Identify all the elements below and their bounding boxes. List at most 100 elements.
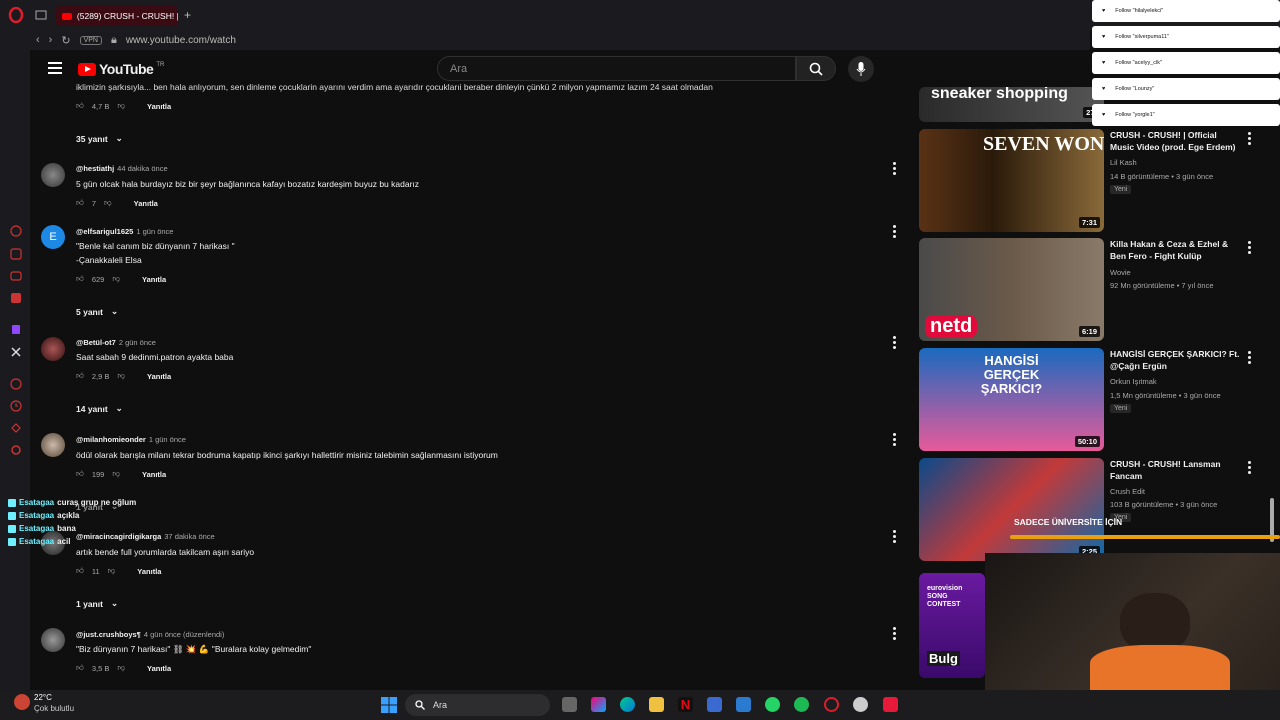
task-view-icon[interactable] xyxy=(562,697,577,712)
channel-name[interactable]: Orkun Işıtmak xyxy=(1110,377,1157,386)
dislike-icon[interactable]: 👎︎ xyxy=(108,566,116,576)
video-title[interactable]: CRUSH - CRUSH! | Official Music Video (p… xyxy=(1110,129,1240,153)
player-icon[interactable] xyxy=(10,378,22,390)
weather-temp[interactable]: 22°C xyxy=(34,693,52,702)
taskbar-search[interactable]: Ara xyxy=(405,694,550,716)
avatar[interactable] xyxy=(41,163,65,187)
comment-author[interactable]: @just.crushboys¶ 4 gün önce (düzenlendi) xyxy=(76,630,224,639)
reply-button[interactable]: Yanıtla xyxy=(147,102,171,111)
more-options-icon[interactable] xyxy=(893,530,896,543)
reply-button[interactable]: Yanıtla xyxy=(137,567,161,576)
video-title[interactable]: HANGİSİ GERÇEK ŞARKICI? Ft. @Çağrı Ergün xyxy=(1110,348,1240,372)
video-title[interactable]: Killa Hakan & Ceza & Ezhel & Ben Fero - … xyxy=(1110,238,1240,262)
netflix-icon[interactable]: N xyxy=(678,697,693,712)
url-field[interactable]: www.youtube.com/watch xyxy=(126,35,236,46)
replies-toggle[interactable]: 35 yanıt ⌄ xyxy=(76,133,123,144)
like-icon[interactable]: 👍︎ xyxy=(76,101,84,111)
twitch-icon[interactable] xyxy=(10,324,22,336)
reply-button[interactable]: Yanıtla xyxy=(147,372,171,381)
opera-taskbar-icon[interactable] xyxy=(824,697,839,712)
replies-toggle[interactable]: 14 yanıt ⌄ xyxy=(76,403,123,414)
dislike-icon[interactable]: 👎︎ xyxy=(104,198,112,208)
video-thumbnail[interactable]: SEVEN WONDERS 7:31 xyxy=(919,129,1104,232)
more-options-icon[interactable] xyxy=(1248,461,1251,474)
search-button[interactable] xyxy=(796,56,836,81)
dislike-icon[interactable]: 👎︎ xyxy=(117,101,125,111)
spotify-icon[interactable] xyxy=(794,697,809,712)
like-icon[interactable]: 👍︎ xyxy=(76,663,84,673)
weather-icon[interactable] xyxy=(14,694,30,710)
more-options-icon[interactable] xyxy=(893,225,896,238)
youtube-logo[interactable]: YouTube TR xyxy=(78,61,164,77)
dislike-icon[interactable]: 👎︎ xyxy=(112,469,120,479)
reply-button[interactable]: Yanıtla xyxy=(142,275,166,284)
video-thumbnail[interactable]: eurovision SONG CONTEST Bulg xyxy=(919,573,985,678)
extensions-icon[interactable] xyxy=(10,422,22,434)
comment-author[interactable]: @elfsarigul1625 1 gün önce xyxy=(76,227,173,236)
more-options-icon[interactable] xyxy=(893,433,896,446)
like-icon[interactable]: 👍︎ xyxy=(76,371,84,381)
channel-name[interactable]: Crush Edit xyxy=(1110,487,1145,496)
dislike-icon[interactable]: 👎︎ xyxy=(117,663,125,673)
history-icon[interactable] xyxy=(10,400,22,412)
opera-logo-icon[interactable] xyxy=(8,7,24,23)
copilot-icon[interactable] xyxy=(591,697,606,712)
video-thumbnail[interactable]: 2:25 xyxy=(919,458,1104,561)
channel-name[interactable]: Wovie xyxy=(1110,268,1131,277)
more-options-icon[interactable] xyxy=(1248,241,1251,254)
tab-manager-icon[interactable] xyxy=(34,8,48,22)
reply-button[interactable]: Yanıtla xyxy=(134,199,158,208)
telegram-icon[interactable] xyxy=(10,270,22,282)
like-icon[interactable]: 👍︎ xyxy=(76,566,84,576)
more-options-icon[interactable] xyxy=(893,162,896,175)
avatar[interactable] xyxy=(41,628,65,652)
vpn-badge[interactable]: VPN xyxy=(79,35,102,45)
streaming-app-icon[interactable] xyxy=(883,697,898,712)
more-options-icon[interactable] xyxy=(1248,351,1251,364)
mail-icon[interactable] xyxy=(10,292,22,304)
store-icon[interactable] xyxy=(707,697,722,712)
menu-icon[interactable] xyxy=(48,62,62,74)
replies-toggle[interactable]: 5 yanıt ⌄ xyxy=(76,306,118,317)
more-options-icon[interactable] xyxy=(893,336,896,349)
x-icon[interactable] xyxy=(10,346,22,358)
more-options-icon[interactable] xyxy=(893,627,896,640)
video-thumbnail[interactable]: HANGİSİ GERÇEK ŞARKICI? 50:10 xyxy=(919,348,1104,451)
reply-button[interactable]: Yanıtla xyxy=(147,664,171,673)
like-icon[interactable]: 👍︎ xyxy=(76,198,84,208)
video-title[interactable]: CRUSH - CRUSH! Lansman Fancam xyxy=(1110,458,1240,482)
comment-author[interactable]: @miracincagirdigikarga 37 dakika önce xyxy=(76,532,215,541)
channel-name[interactable]: Lil Kash xyxy=(1110,158,1137,167)
whatsapp-icon[interactable] xyxy=(765,697,780,712)
dislike-icon[interactable]: 👎︎ xyxy=(112,274,120,284)
comment-author[interactable]: @hestiathj 44 dakika önce xyxy=(76,164,168,173)
mail-icon[interactable] xyxy=(736,697,751,712)
edge-icon[interactable] xyxy=(620,697,635,712)
back-icon[interactable]: ‹ xyxy=(36,34,40,46)
new-tab-button[interactable]: + xyxy=(184,8,191,22)
aria-icon[interactable] xyxy=(10,248,22,260)
dislike-icon[interactable]: 👎︎ xyxy=(117,371,125,381)
avatar[interactable]: E xyxy=(41,225,65,249)
reply-button[interactable]: Yanıtla xyxy=(142,470,166,479)
file-explorer-icon[interactable] xyxy=(649,697,664,712)
comment-author[interactable]: @milanhomieonder 1 gün önce xyxy=(76,435,186,444)
voice-search-button[interactable] xyxy=(848,56,874,82)
video-thumbnail[interactable]: sneaker shopping 27: xyxy=(919,87,1104,122)
tab-youtube[interactable]: (5289) CRUSH - CRUSH! | xyxy=(56,6,178,26)
avatar[interactable] xyxy=(41,337,65,361)
settings-icon[interactable] xyxy=(10,444,22,456)
more-options-icon[interactable] xyxy=(1248,132,1251,145)
forward-icon[interactable]: › xyxy=(49,34,53,46)
replies-toggle[interactable]: 1 yanıt ⌄ xyxy=(76,598,118,609)
comment-author[interactable]: @Betül-ot7 2 gün önce xyxy=(76,338,156,347)
windows-start-icon[interactable] xyxy=(381,697,397,713)
like-icon[interactable]: 👍︎ xyxy=(76,274,84,284)
like-icon[interactable]: 👍︎ xyxy=(76,469,84,479)
reload-icon[interactable]: ↻ xyxy=(61,34,70,47)
messenger-icon[interactable] xyxy=(10,225,22,237)
search-input[interactable]: Ara xyxy=(437,56,796,81)
video-thumbnail[interactable]: netd 6:19 xyxy=(919,238,1104,341)
avatar[interactable] xyxy=(41,433,65,457)
app-icon[interactable] xyxy=(853,697,868,712)
